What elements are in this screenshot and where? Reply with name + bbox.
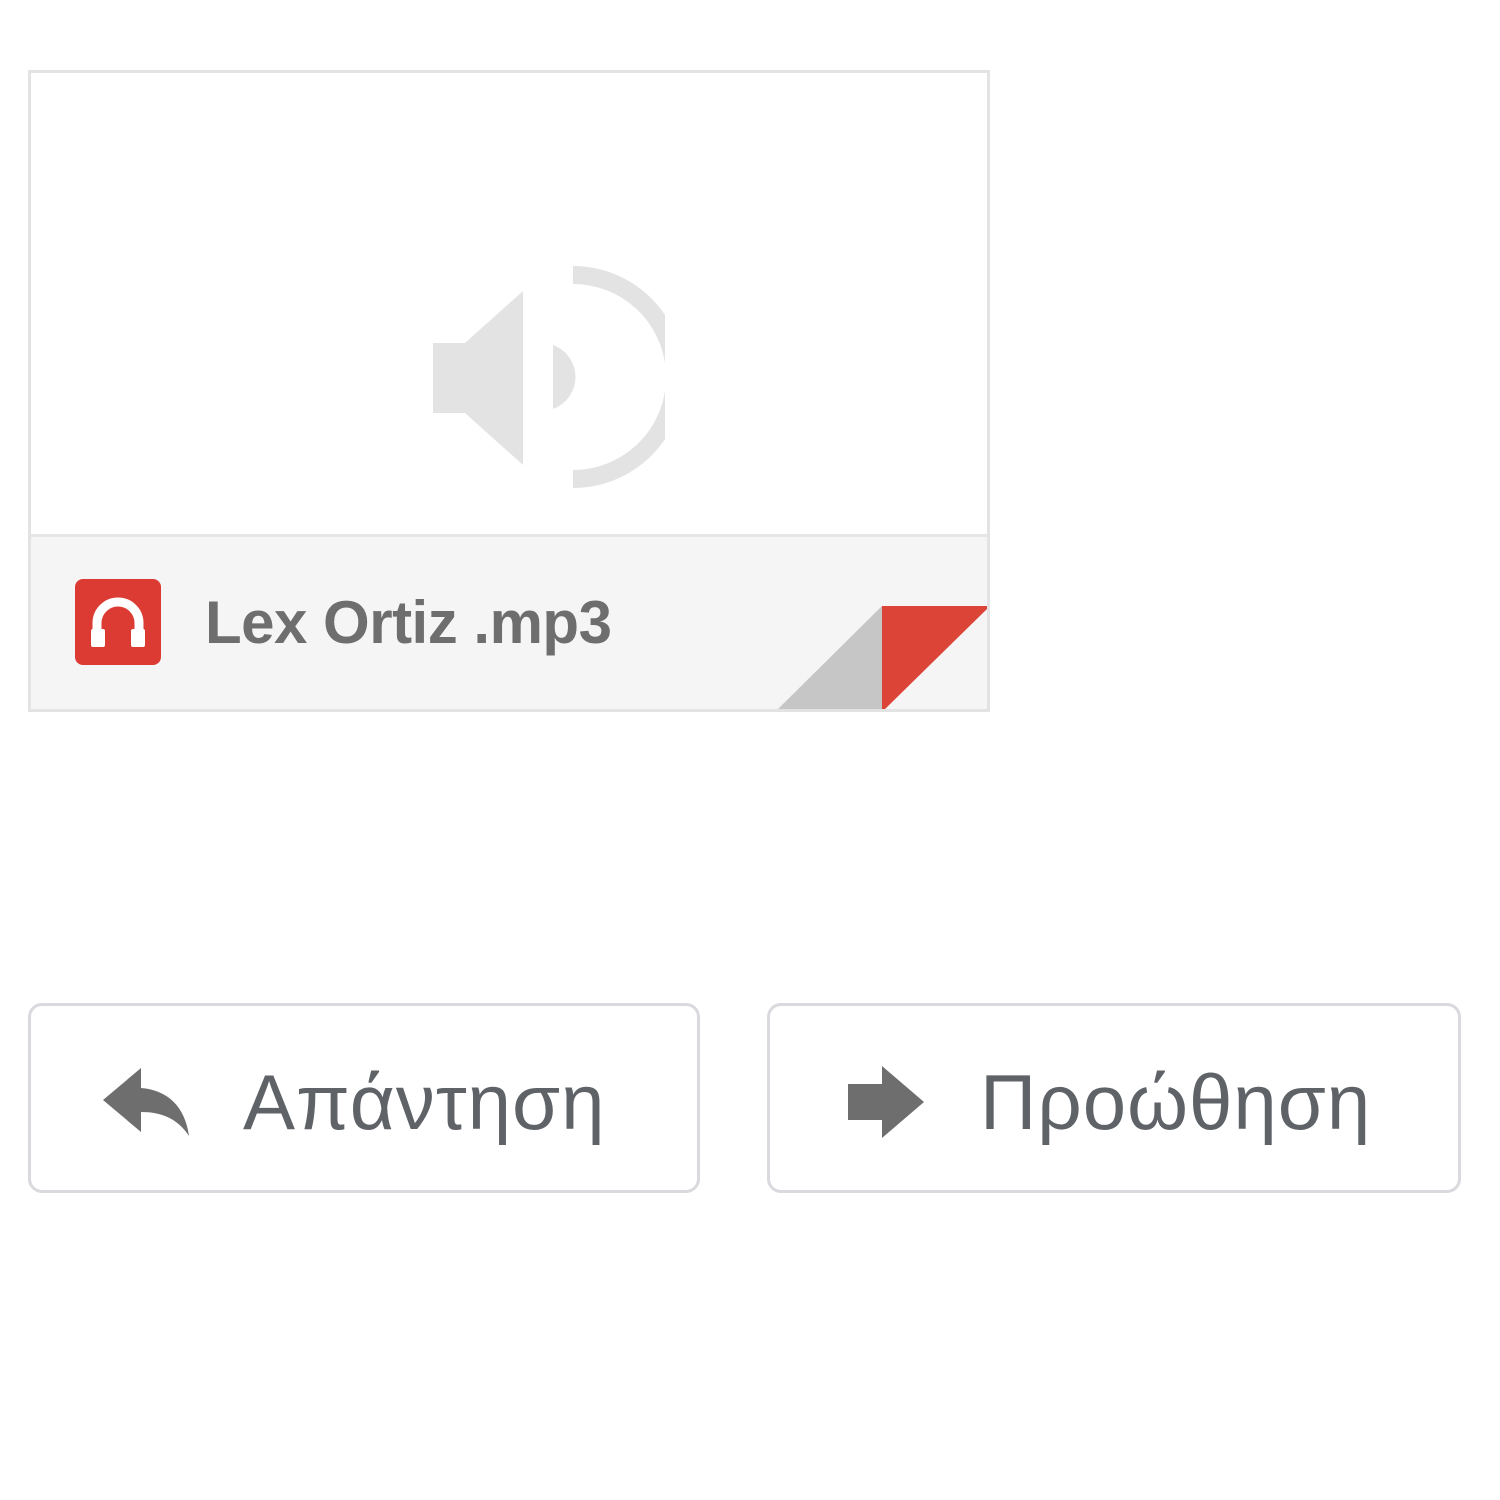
forward-button-label: Προώθηση [980,1058,1372,1146]
audio-attachment-card[interactable]: Lex Ortiz .mp3 [28,70,990,712]
attachment-footer: Lex Ortiz .mp3 [31,537,987,709]
headphones-icon [75,579,161,665]
forward-button[interactable]: Προώθηση [767,1003,1461,1193]
reply-button[interactable]: Απάντηση [28,1003,700,1193]
forward-arrow-icon [848,1066,924,1138]
attachment-file-name: Lex Ortiz .mp3 [205,589,612,656]
corner-fold-decoration [778,606,987,709]
reply-arrow-icon [103,1068,189,1136]
reply-button-label: Απάντηση [243,1058,606,1146]
attachment-preview[interactable] [31,73,987,537]
speaker-icon [433,266,665,488]
